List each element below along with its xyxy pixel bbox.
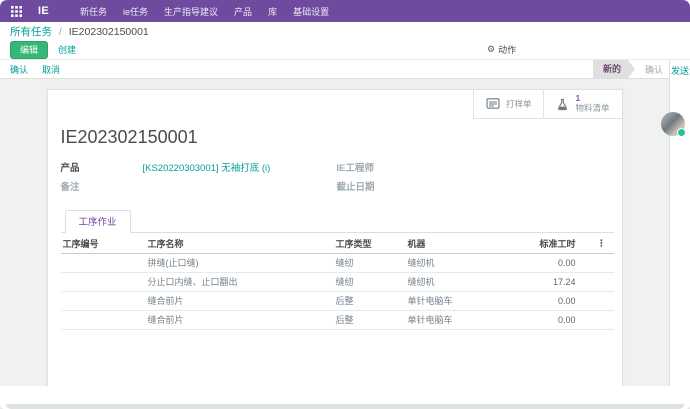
note-field-label: 备注 [61, 179, 143, 193]
record-title: IE202302150001 [61, 127, 614, 148]
col-header-code[interactable]: 工序编号 [61, 233, 146, 254]
form-view: 确认 取消 新的 确认 [0, 60, 669, 386]
cell-hours: 17.24 [486, 273, 590, 292]
breadcrumb: 所有任务 / IE202302150001 [10, 24, 149, 39]
field-group: 产品 [KS20220303001] 无袖打底 (i) IE工程师 备注 截止日… [61, 160, 614, 193]
control-panel: 所有任务 / IE202302150001 编辑 创建 ⚙ 动作 [0, 22, 690, 60]
top-navbar: IE 新任务 ie任务 生产指导建议 产品 库 基础设置 [0, 0, 690, 22]
col-header-hours[interactable]: 标准工时 [486, 233, 590, 254]
table-row[interactable]: 分止口内缝、止口翻出 缝纫 缝纫机 17.24 [61, 273, 614, 292]
operations-table: 工序编号 工序名称 工序类型 机器 标准工时 ⋮ [61, 233, 614, 330]
menu-base-settings[interactable]: 基础设置 [286, 1, 336, 22]
form-statusbar: 确认 取消 新的 确认 [0, 60, 669, 79]
action-menu-label: 动作 [498, 43, 516, 56]
cell-type: 缝纫 [334, 254, 406, 273]
state-new[interactable]: 新的 [593, 60, 635, 78]
cancel-button[interactable]: 取消 [42, 63, 60, 76]
main-menu: 新任务 ie任务 生产指导建议 产品 库 基础设置 [73, 1, 336, 22]
cell-hours: 0.00 [486, 254, 590, 273]
cell-name: 缝合前片 [146, 292, 334, 311]
tab-operations[interactable]: 工序作业 [65, 210, 131, 233]
cell-machine: 单针电脑车 [406, 292, 486, 311]
gear-icon: ⚙ [487, 45, 495, 54]
notebook-tabs: 工序作业 [61, 210, 614, 233]
menu-product[interactable]: 产品 [227, 1, 259, 22]
menu-ie-task[interactable]: ie任务 [116, 1, 155, 22]
print-sample-label: 打样单 [506, 98, 532, 110]
action-menu-button[interactable]: ⚙ 动作 [487, 43, 516, 56]
online-status-dot [677, 128, 686, 137]
col-header-machine[interactable]: 机器 [406, 233, 486, 254]
cell-code [61, 311, 146, 330]
product-field-label: 产品 [61, 160, 143, 174]
cell-code [61, 273, 146, 292]
cell-hours: 0.00 [486, 292, 590, 311]
breadcrumb-separator: / [59, 26, 62, 38]
print-sample-button[interactable]: 打样单 [473, 90, 544, 119]
app-window: IE 新任务 ie任务 生产指导建议 产品 库 基础设置 所有任务 / IE20… [0, 0, 690, 409]
form-sheet: 打样单 1 物料清单 [47, 89, 623, 386]
optional-columns-toggle-icon[interactable]: ⋮ [590, 233, 614, 254]
printer-icon [486, 98, 500, 110]
cell-machine: 缝纫机 [406, 254, 486, 273]
cell-type: 缝纫 [334, 273, 406, 292]
send-message-button[interactable]: 发送消息 [670, 60, 690, 77]
cell-hours: 0.00 [486, 311, 590, 330]
table-row[interactable]: 缝合前片 后整 单针电脑车 0.00 [61, 292, 614, 311]
cell-name: 拼缝(止口缝) [146, 254, 334, 273]
bom-button[interactable]: 1 物料清单 [543, 90, 621, 119]
create-button[interactable]: 创建 [58, 43, 76, 56]
cell-machine: 缝纫机 [406, 273, 486, 292]
table-row[interactable]: 缝合前片 后整 单针电脑车 0.00 [61, 311, 614, 330]
breadcrumb-current: IE202302150001 [69, 26, 149, 38]
bom-label: 物料清单 [575, 104, 609, 114]
product-field-value[interactable]: [KS20220303001] 无袖打底 (i) [143, 160, 337, 174]
menu-production-guidance[interactable]: 生产指导建议 [157, 1, 225, 22]
window-bottom-shadow [6, 404, 684, 409]
cell-machine: 单针电脑车 [406, 311, 486, 330]
apps-grid-icon[interactable] [8, 4, 24, 18]
confirm-button[interactable]: 确认 [10, 63, 28, 76]
deadline-field-label: 截止日期 [337, 179, 427, 193]
app-brand[interactable]: IE [38, 5, 49, 17]
cell-name: 缝合前片 [146, 311, 334, 330]
col-header-name[interactable]: 工序名称 [146, 233, 334, 254]
cell-type: 后整 [334, 311, 406, 330]
cell-code [61, 254, 146, 273]
table-row[interactable]: 拼缝(止口缝) 缝纫 缝纫机 0.00 [61, 254, 614, 273]
col-header-type[interactable]: 工序类型 [334, 233, 406, 254]
cell-type: 后整 [334, 292, 406, 311]
menu-new-task[interactable]: 新任务 [73, 1, 114, 22]
breadcrumb-parent[interactable]: 所有任务 [10, 26, 52, 38]
table-header-row: 工序编号 工序名称 工序类型 机器 标准工时 ⋮ [61, 233, 614, 254]
engineer-field-label: IE工程师 [337, 160, 427, 174]
cell-name: 分止口内缝、止口翻出 [146, 273, 334, 292]
state-confirmed[interactable]: 确认 [645, 63, 663, 76]
cell-code [61, 292, 146, 311]
avatar[interactable] [661, 112, 685, 136]
smart-button-box: 打样单 1 物料清单 [473, 90, 622, 119]
chatter-panel: 发送消息 [669, 60, 690, 386]
flask-icon [556, 98, 569, 111]
menu-inventory[interactable]: 库 [261, 1, 284, 22]
edit-button[interactable]: 编辑 [10, 41, 48, 59]
